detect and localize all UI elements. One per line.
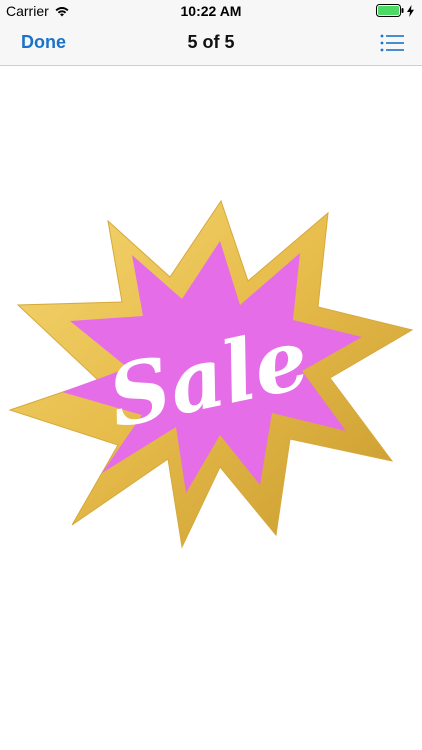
sticker-view: Sale (0, 67, 422, 750)
list-icon[interactable] (380, 33, 404, 53)
status-bar: Carrier 10:22 AM (0, 0, 422, 22)
charging-bolt-icon (407, 4, 414, 17)
battery-group (376, 4, 414, 17)
page-title: 5 of 5 (187, 32, 235, 52)
navigation-bar: Done 5 of 5 (0, 22, 422, 66)
status-time: 10:22 AM (180, 3, 242, 19)
battery-icon (376, 4, 404, 17)
sale-sticker: Sale (8, 199, 414, 549)
